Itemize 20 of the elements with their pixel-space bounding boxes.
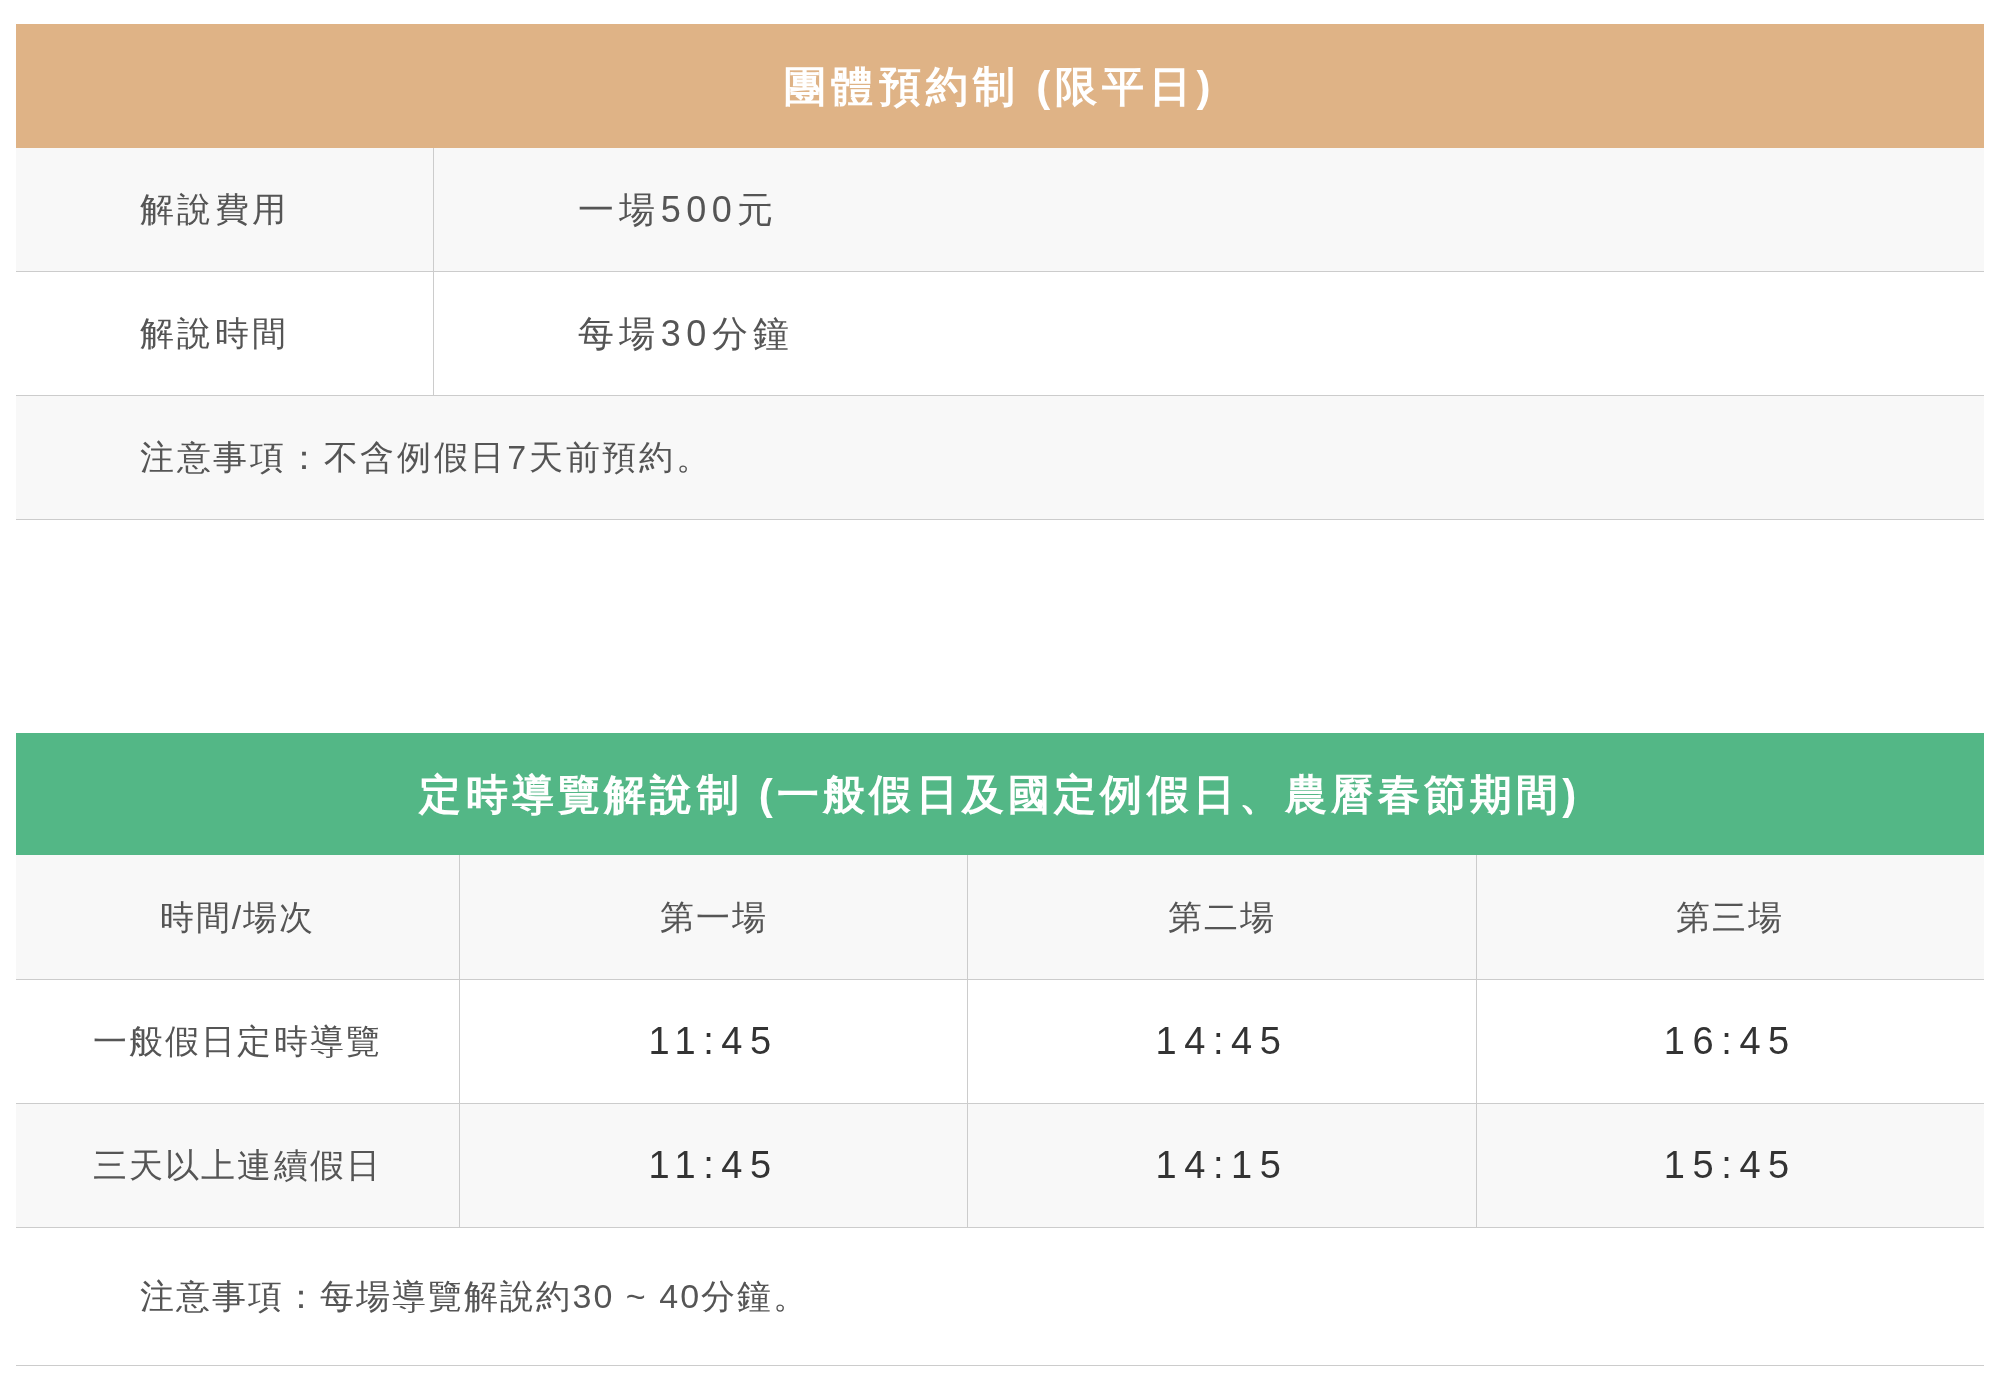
time-cell-text: 16:45 — [1663, 1019, 1797, 1064]
row-label: 三天以上連續假日 — [93, 1145, 382, 1186]
table-header: 定時導覽解說制 (一般假日及國定例假日、農曆春節期間) — [16, 733, 1984, 855]
note-text: 注意事項：不含例假日7天前預約。 — [140, 437, 713, 478]
time-cell-text: 14:45 — [1155, 1019, 1289, 1064]
note-text: 注意事項：每場導覽解說約30 ~ 40分鐘。 — [140, 1276, 810, 1317]
time-cell-text: 15:45 — [1663, 1143, 1797, 1188]
time-cell-text: 11:45 — [648, 1019, 779, 1064]
time-cell-text: 11:45 — [648, 1143, 779, 1188]
row-label: 一般假日定時導覽 — [93, 1021, 382, 1062]
table-header: 團體預約制 (限平日) — [16, 24, 1984, 148]
row-value: 一場500元 — [578, 187, 779, 232]
column-header: 第二場 — [1167, 896, 1277, 938]
column-header: 第三場 — [1676, 896, 1785, 938]
time-cell-text: 14:15 — [1155, 1143, 1289, 1188]
row-label: 解說時間 — [140, 313, 290, 354]
row-label: 解說費用 — [140, 189, 290, 230]
column-header: 第一場 — [659, 896, 768, 938]
row-value: 每場30分鐘 — [578, 311, 795, 356]
column-header: 時間/場次 — [159, 896, 316, 938]
